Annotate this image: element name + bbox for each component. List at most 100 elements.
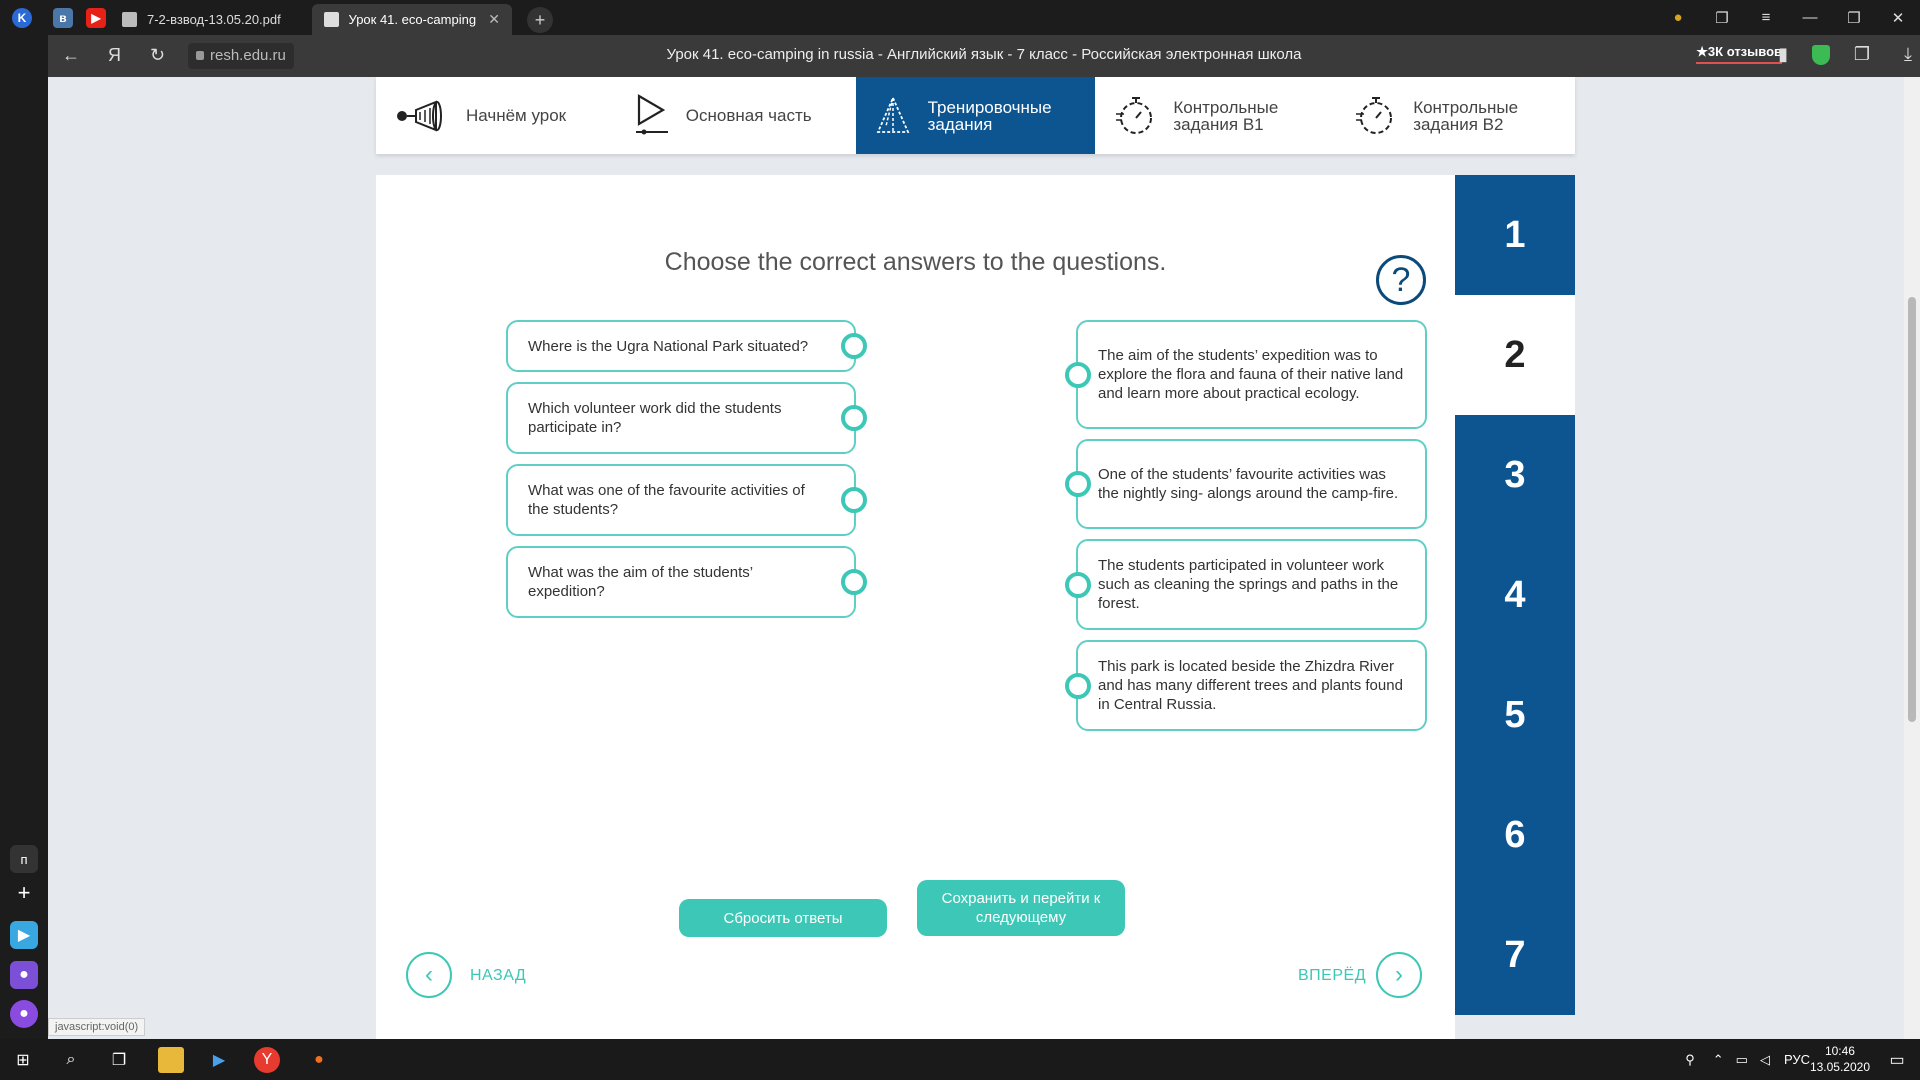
stopwatch-icon <box>1116 96 1153 134</box>
forward-button[interactable]: › <box>1376 952 1422 998</box>
browser-profile-icon[interactable]: K <box>12 8 32 28</box>
tab-lesson-label: Урок 41. eco-camping i <box>348 12 479 27</box>
back-label[interactable]: НАЗАД <box>470 967 526 985</box>
tab-lesson[interactable]: Урок 41. eco-camping i ✕ <box>312 4 512 35</box>
windows-taskbar: ⊞ ⌕ ❐ ▶ Y ● ⚲ ⌃ ▭ ◁ РУС 10:46 13.05.2020… <box>0 1039 1920 1080</box>
collections-icon[interactable]: ❐ <box>1700 9 1744 27</box>
file-explorer-icon[interactable] <box>158 1047 184 1073</box>
lesson-nav-start[interactable]: Начнём урок <box>376 77 616 154</box>
step-4[interactable]: 4 <box>1455 535 1575 655</box>
bookmark-icon[interactable]: ▮ <box>1778 44 1788 65</box>
clock-date: 13.05.2020 <box>1809 1060 1870 1074</box>
language-indicator[interactable]: РУС <box>1784 1052 1810 1067</box>
app-icon[interactable]: ▶ <box>206 1047 232 1073</box>
lesson-nav-control-b1-label: Контрольные задания В1 <box>1173 97 1279 134</box>
lesson-nav-main[interactable]: Основная часть <box>616 77 856 154</box>
vk-tab-icon[interactable]: в <box>53 8 73 28</box>
answer-text: The students participated in volunteer w… <box>1098 557 1399 612</box>
answer-connector-dot[interactable] <box>1065 471 1091 497</box>
volume-icon[interactable]: ◁ <box>1760 1052 1770 1068</box>
step-7[interactable]: 7 <box>1455 895 1575 1015</box>
question-card[interactable]: What was one of the favourite activities… <box>506 464 867 536</box>
protect-shield-icon[interactable] <box>1812 45 1830 65</box>
search-icon[interactable]: ⌕ <box>58 1047 84 1073</box>
question-text: Where is the Ugra National Park situated… <box>528 337 809 355</box>
lesson-nav-main-label: Основная часть <box>685 106 812 125</box>
lesson-nav-control-b2-label: Контрольные задания В2 <box>1413 97 1519 134</box>
play-icon <box>635 93 668 134</box>
person-icon[interactable]: ⚲ <box>1685 1052 1695 1068</box>
step-2[interactable]: 2 <box>1455 295 1575 415</box>
youtube-tab-icon[interactable]: ▶ <box>86 8 106 28</box>
reviews-badge[interactable]: ★3К отзывов <box>1696 44 1782 64</box>
side-panel-tab[interactable]: п <box>10 845 38 873</box>
restore-icon[interactable]: ❐ <box>1832 9 1876 27</box>
lesson-favicon-icon <box>324 12 339 27</box>
close-tab-icon[interactable]: ✕ <box>488 11 500 28</box>
lesson-nav-training[interactable]: Тренировочные задания <box>855 77 1096 154</box>
step-1[interactable]: 1 <box>1455 175 1575 295</box>
close-window-icon[interactable]: ✕ <box>1876 9 1920 27</box>
question-connector-dot[interactable] <box>841 333 867 359</box>
question-card[interactable]: What was the aim of the students’ expedi… <box>506 546 867 618</box>
question-connector-dot[interactable] <box>841 569 867 595</box>
tab-pdf[interactable]: 7-2-взвод-13.05.20.pdf <box>110 4 293 35</box>
megaphone-icon <box>397 100 442 131</box>
answer-card[interactable]: This park is located beside the Zhizdra … <box>1065 640 1427 731</box>
answer-card[interactable]: The aim of the students’ expedition was … <box>1065 320 1427 429</box>
taskbar-clock[interactable]: 10:46 13.05.2020 <box>1810 1043 1870 1075</box>
step-3[interactable]: 3 <box>1455 415 1575 535</box>
lesson-nav-control-b1[interactable]: Контрольные задания В1 <box>1095 77 1335 154</box>
page-scrollbar[interactable] <box>1904 77 1920 1039</box>
answer-text: One of the students’ favourite activitie… <box>1098 466 1399 502</box>
lesson-nav-control-b2[interactable]: Контрольные задания В2 <box>1335 77 1575 154</box>
microphone-app-icon[interactable]: ● <box>306 1047 332 1073</box>
yandex-browser-icon[interactable]: Y <box>254 1047 280 1073</box>
pyramid-icon <box>876 95 909 133</box>
network-icon[interactable]: ▭ <box>1736 1052 1748 1068</box>
step-6[interactable]: 6 <box>1455 775 1575 895</box>
chevron-up-icon[interactable]: ⌃ <box>1713 1052 1724 1068</box>
stopwatch-icon <box>1356 96 1393 134</box>
answer-card[interactable]: One of the students’ favourite activitie… <box>1065 439 1427 529</box>
task-view-icon[interactable]: ❐ <box>106 1047 132 1073</box>
windows-start-icon[interactable]: ⊞ <box>10 1047 36 1073</box>
scrollbar-thumb[interactable] <box>1908 297 1916 722</box>
alice-icon[interactable]: ● <box>10 1000 38 1028</box>
answer-connector-dot[interactable] <box>1065 672 1091 699</box>
lesson-navigation: Начнём урок Основная часть Тренировочные… <box>376 77 1575 154</box>
pdf-favicon-icon <box>122 12 137 27</box>
question-connector-dot[interactable] <box>841 487 867 513</box>
tab-pdf-label: 7-2-взвод-13.05.20.pdf <box>147 12 281 27</box>
task-title: Choose the correct answers to the questi… <box>664 248 1167 276</box>
extension-icon[interactable]: ● <box>1656 9 1700 26</box>
help-button[interactable]: ? <box>1376 255 1426 305</box>
question-connector-dot[interactable] <box>841 405 867 431</box>
step-5[interactable]: 5 <box>1455 655 1575 775</box>
system-tray: ⚲ ⌃ ▭ ◁ РУС <box>1685 1039 1810 1080</box>
new-tab-button[interactable]: + <box>527 7 553 33</box>
messenger-icon[interactable]: ▶ <box>10 921 38 949</box>
music-icon[interactable]: ● <box>10 961 38 989</box>
question-card[interactable]: Which volunteer work did the students pa… <box>506 382 867 454</box>
notifications-icon[interactable]: ▭ <box>1884 1047 1910 1073</box>
reviews-label: 3К отзывов <box>1707 44 1782 59</box>
question-card[interactable]: Where is the Ugra National Park situated… <box>506 320 867 372</box>
reset-answers-button[interactable]: Сбросить ответы <box>679 899 887 937</box>
browser-side-panel: п + ▶ ● ● <box>0 35 48 1039</box>
collections-panel-icon[interactable]: ❐ <box>1854 44 1870 65</box>
chevron-right-icon: › <box>1395 961 1403 988</box>
answer-connector-dot[interactable] <box>1065 571 1091 598</box>
browser-tab-bar: K в ▶ 7-2-взвод-13.05.20.pdf Урок 41. ec… <box>0 0 1920 35</box>
back-button[interactable]: ‹ <box>406 952 452 998</box>
status-link-preview: javascript:void(0) <box>48 1018 146 1036</box>
add-panel-icon[interactable]: + <box>10 879 38 907</box>
answer-text: The aim of the students’ expedition was … <box>1098 347 1404 402</box>
save-and-next-button[interactable]: Сохранить и перейти к следующему <box>917 880 1125 936</box>
download-icon[interactable]: ⤓ <box>1904 44 1912 65</box>
forward-label[interactable]: ВПЕРЁД <box>1298 967 1366 985</box>
answer-connector-dot[interactable] <box>1065 361 1091 388</box>
answer-card[interactable]: The students participated in volunteer w… <box>1065 539 1427 630</box>
menu-icon[interactable]: ≡ <box>1744 9 1788 26</box>
minimize-icon[interactable]: — <box>1788 9 1832 26</box>
